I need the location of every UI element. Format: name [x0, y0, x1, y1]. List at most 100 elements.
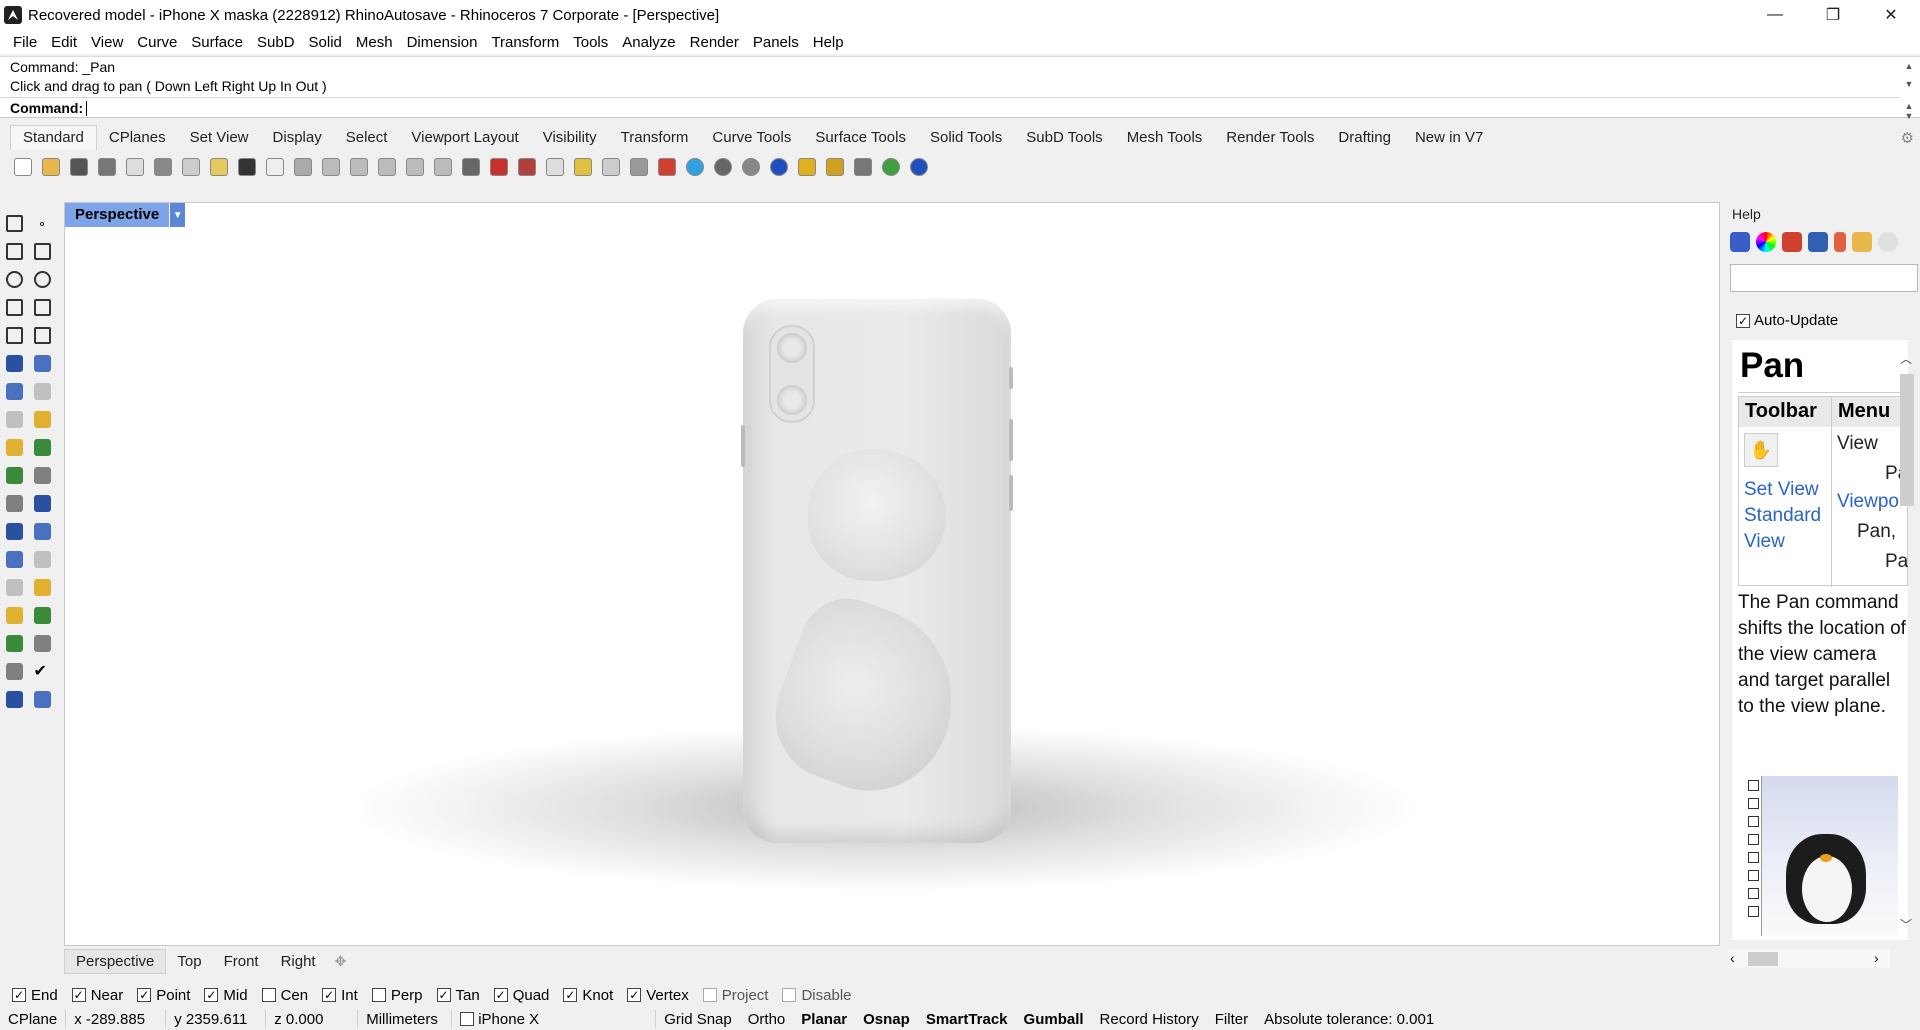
extrude-curve-icon[interactable] — [30, 352, 54, 375]
menu-surface[interactable]: Surface — [184, 34, 250, 51]
units-label[interactable]: Millimeters — [358, 1010, 453, 1028]
tab-viewport-layout[interactable]: Viewport Layout — [399, 126, 530, 150]
close-button[interactable]: ✕ — [1862, 0, 1920, 30]
sphere-blue-icon[interactable] — [766, 155, 791, 180]
light-bulb-icon[interactable] — [598, 155, 623, 180]
zoom-window-icon[interactable] — [346, 155, 371, 180]
osnap-vertex-checkbox[interactable]: ✓ — [627, 988, 642, 1002]
mirror-icon[interactable] — [30, 576, 54, 599]
viewport-menu-chevron-down-icon[interactable]: ▼ — [169, 203, 186, 227]
tabs-settings-gear-icon[interactable]: ⚙ — [1901, 129, 1914, 147]
view-tab-top[interactable]: Top — [166, 950, 212, 973]
help-vertical-scrollbar[interactable]: ︿ ﹀ — [1896, 350, 1918, 940]
link-viewport[interactable]: Viewpo — [1837, 491, 1899, 513]
undo-icon[interactable] — [234, 155, 259, 180]
gumball-toggle[interactable]: Gumball — [1016, 1010, 1092, 1028]
curve-control-points-icon[interactable] — [30, 240, 54, 263]
viewport-title[interactable]: Perspective ▼ — [65, 203, 186, 227]
help-horizontal-scrollbar[interactable]: ‹ › — [1728, 950, 1890, 968]
explode-icon[interactable] — [2, 436, 26, 459]
osnap-cen-checkbox[interactable] — [261, 988, 276, 1002]
osnap-mid-checkbox[interactable]: ✓ — [204, 988, 219, 1002]
rectangle-icon[interactable] — [30, 296, 54, 319]
auto-update-check-icon[interactable]: ✓ — [1736, 313, 1750, 328]
help-tab-icon[interactable] — [1730, 232, 1750, 252]
auto-update-checkbox[interactable]: ✓ Auto-Update — [1736, 312, 1838, 329]
boolean-union-icon[interactable] — [30, 380, 54, 403]
menu-render[interactable]: Render — [683, 34, 746, 51]
osnap-perp[interactable]: Perp — [371, 987, 423, 1004]
scroll-left-icon[interactable]: ‹ — [1730, 950, 1735, 966]
view-tab-right[interactable]: Right — [270, 950, 327, 973]
render-object-icon[interactable] — [2, 688, 26, 711]
sphere-shaded-icon[interactable] — [710, 155, 735, 180]
osnap-quad-checkbox[interactable]: ✓ — [493, 988, 508, 1002]
tab-new-in-v7[interactable]: New in V7 — [1403, 126, 1495, 150]
layers-tab-icon[interactable] — [1782, 232, 1802, 252]
grid-array-icon[interactable] — [2, 632, 26, 655]
print-icon[interactable] — [94, 155, 119, 180]
menu-subd[interactable]: SubD — [250, 34, 302, 51]
osnap-perp-checkbox[interactable] — [371, 988, 386, 1002]
zoom-selected-icon[interactable] — [402, 155, 427, 180]
menu-dimension[interactable]: Dimension — [400, 34, 485, 51]
circle-icon[interactable] — [2, 268, 26, 291]
save-icon[interactable] — [66, 155, 91, 180]
rotate-view-icon[interactable] — [290, 155, 315, 180]
array-icon[interactable] — [2, 576, 26, 599]
cylinder-icon[interactable] — [2, 408, 26, 431]
offset-icon[interactable] — [30, 520, 54, 543]
osnap-near-checkbox[interactable]: ✓ — [71, 988, 86, 1002]
scrollbar-thumb[interactable] — [1900, 374, 1914, 506]
tab-cplanes[interactable]: CPlanes — [97, 126, 178, 150]
add-viewport-tab-icon[interactable]: ✥ — [327, 953, 355, 970]
properties-tab-icon[interactable] — [1834, 232, 1846, 252]
box-icon[interactable] — [2, 380, 26, 403]
ungroup-icon[interactable] — [30, 492, 54, 515]
tab-mesh-tools[interactable]: Mesh Tools — [1115, 126, 1215, 150]
perspective-viewport[interactable]: Perspective ▼ — [64, 202, 1720, 946]
help-icon[interactable] — [906, 155, 931, 180]
ellipse-icon[interactable] — [30, 268, 54, 291]
lock-icon[interactable] — [626, 155, 651, 180]
osnap-point[interactable]: ✓ Point — [137, 987, 190, 1004]
tab-solid-tools[interactable]: Solid Tools — [918, 126, 1014, 150]
restore-button[interactable]: ❐ — [1804, 0, 1862, 30]
osnap-quad[interactable]: ✓ Quad — [493, 987, 549, 1004]
analyze-icon[interactable] — [2, 660, 26, 683]
osnap-knot-checkbox[interactable]: ✓ — [563, 988, 578, 1002]
car-wire-icon[interactable] — [514, 155, 539, 180]
check-icon[interactable]: ✔ — [30, 660, 54, 683]
tab-select[interactable]: Select — [334, 126, 400, 150]
osnap-near[interactable]: ✓ Near — [71, 987, 123, 1004]
osnap-int[interactable]: ✓ Int — [322, 987, 358, 1004]
group-icon[interactable] — [2, 492, 26, 515]
ortho-toggle[interactable]: Ortho — [740, 1010, 794, 1028]
open-folder-icon[interactable] — [38, 155, 63, 180]
record-history-toggle[interactable]: Record History — [1092, 1010, 1207, 1028]
osnap-disable[interactable]: Disable — [782, 987, 852, 1004]
minimize-button[interactable]: — — [1746, 0, 1804, 30]
osnap-project[interactable]: Project — [702, 987, 768, 1004]
fillet-curve-icon[interactable] — [2, 324, 26, 347]
smarttrack-toggle[interactable]: SmartTrack — [918, 1010, 1016, 1028]
menu-help[interactable]: Help — [806, 34, 851, 51]
phone-case-model[interactable] — [743, 299, 1011, 843]
planar-toggle[interactable]: Planar — [793, 1010, 855, 1028]
split-icon[interactable] — [2, 464, 26, 487]
four-viewports-icon[interactable] — [458, 155, 483, 180]
help-search-input[interactable] — [1730, 264, 1918, 292]
scroll-up-icon[interactable]: ︿ — [1900, 350, 1912, 367]
osnap-point-checkbox[interactable]: ✓ — [137, 988, 152, 1002]
menu-edit[interactable]: Edit — [44, 34, 84, 51]
osnap-vertex[interactable]: ✓ Vertex — [627, 987, 689, 1004]
link-set-view[interactable]: Set View — [1744, 479, 1819, 501]
export-icon[interactable] — [122, 155, 147, 180]
surface-from-points-icon[interactable] — [2, 352, 26, 375]
menu-curve[interactable]: Curve — [130, 34, 184, 51]
menu-tools[interactable]: Tools — [566, 34, 615, 51]
scroll-right-icon[interactable]: › — [1874, 950, 1879, 966]
spotlight-icon[interactable] — [794, 155, 819, 180]
rotate-icon[interactable] — [2, 520, 26, 543]
link-view[interactable]: View — [1744, 531, 1785, 553]
